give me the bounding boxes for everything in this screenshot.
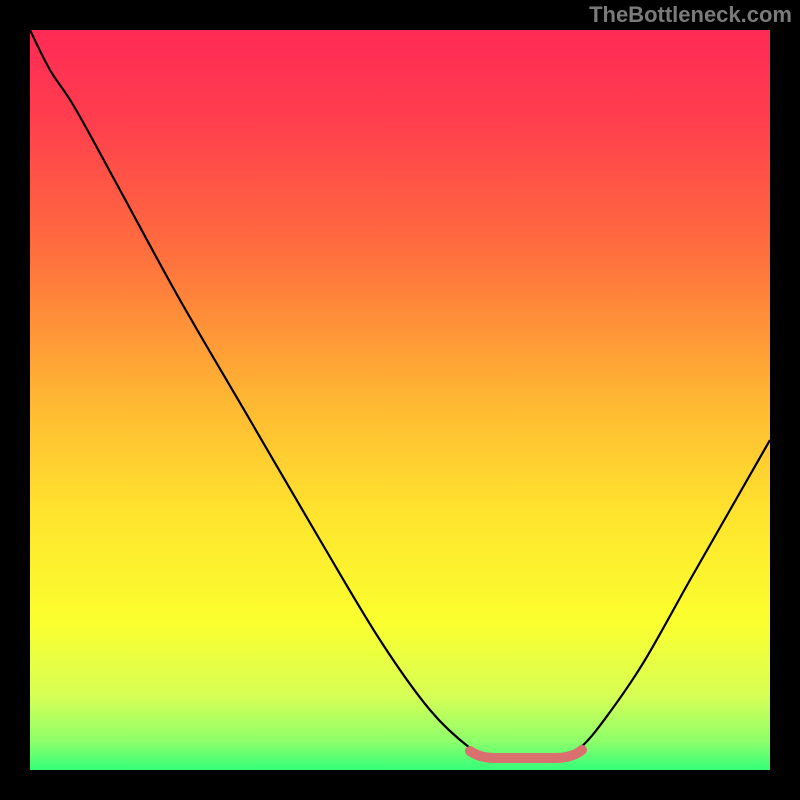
chart-wrapper: TheBottleneck.com: [0, 0, 800, 800]
watermark-text: TheBottleneck.com: [589, 2, 792, 28]
plot-background: [30, 30, 770, 770]
bottleneck-chart: [0, 0, 800, 800]
